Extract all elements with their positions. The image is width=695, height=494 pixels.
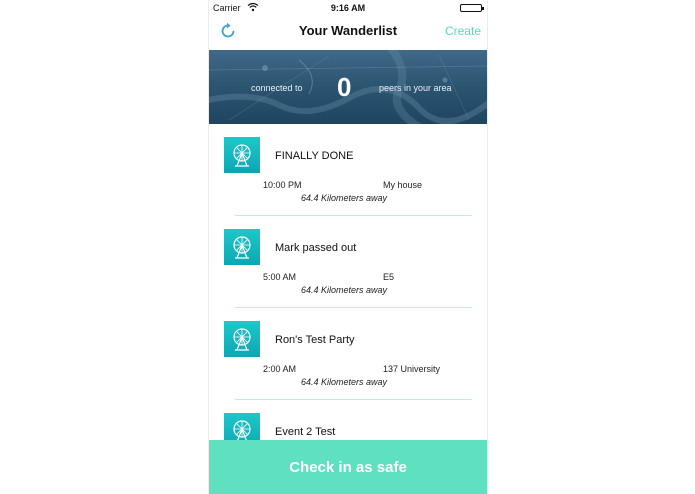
connected-label: connected to <box>251 83 303 93</box>
ferris-wheel-icon <box>224 413 260 440</box>
event-time: 10:00 PM <box>263 180 302 190</box>
create-button[interactable]: Create <box>445 24 481 38</box>
event-location: 137 University <box>383 364 441 374</box>
event-item[interactable]: FINALLY DONE 10:00 PM My house 64.4 Kilo… <box>209 124 487 216</box>
clock: 9:16 AM <box>330 3 366 13</box>
peer-count: 0 <box>337 72 352 102</box>
event-name: Event 2 Test <box>275 426 336 438</box>
event-item[interactable]: Event 2 Test <box>209 400 487 440</box>
ferris-wheel-icon <box>224 137 260 173</box>
navigation-bar: Your Wanderlist Create <box>209 16 487 46</box>
ferris-wheel-icon <box>224 321 260 357</box>
event-name: Ron's Test Party <box>275 334 355 346</box>
event-item[interactable]: Mark passed out 5:00 AM E5 64.4 Kilomete… <box>209 216 487 308</box>
event-distance: 64.4 Kilometers away <box>301 193 388 203</box>
event-time: 5:00 AM <box>263 272 297 282</box>
status-bar: Carrier 9:16 AM <box>209 0 487 16</box>
event-list[interactable]: FINALLY DONE 10:00 PM My house 64.4 Kilo… <box>209 124 487 440</box>
ferris-wheel-icon <box>224 229 260 265</box>
event-item[interactable]: Ron's Test Party 2:00 AM 137 University … <box>209 308 487 400</box>
event-name: Mark passed out <box>275 242 357 254</box>
peers-banner: connected to 0 peers in your area <box>209 50 487 124</box>
event-distance: 64.4 Kilometers away <box>301 285 388 295</box>
battery-icon <box>460 4 484 12</box>
check-in-safe-button[interactable]: Check in as safe <box>209 440 487 494</box>
phone-screen: Carrier 9:16 AM Your Wanderlist Create c… <box>208 0 488 494</box>
event-distance: 64.4 Kilometers away <box>301 377 388 387</box>
event-time: 2:00 AM <box>263 364 297 374</box>
event-location: E5 <box>383 272 395 282</box>
peers-label: peers in your area <box>379 83 452 93</box>
event-name: FINALLY DONE <box>275 150 354 162</box>
event-location: My house <box>383 180 423 190</box>
